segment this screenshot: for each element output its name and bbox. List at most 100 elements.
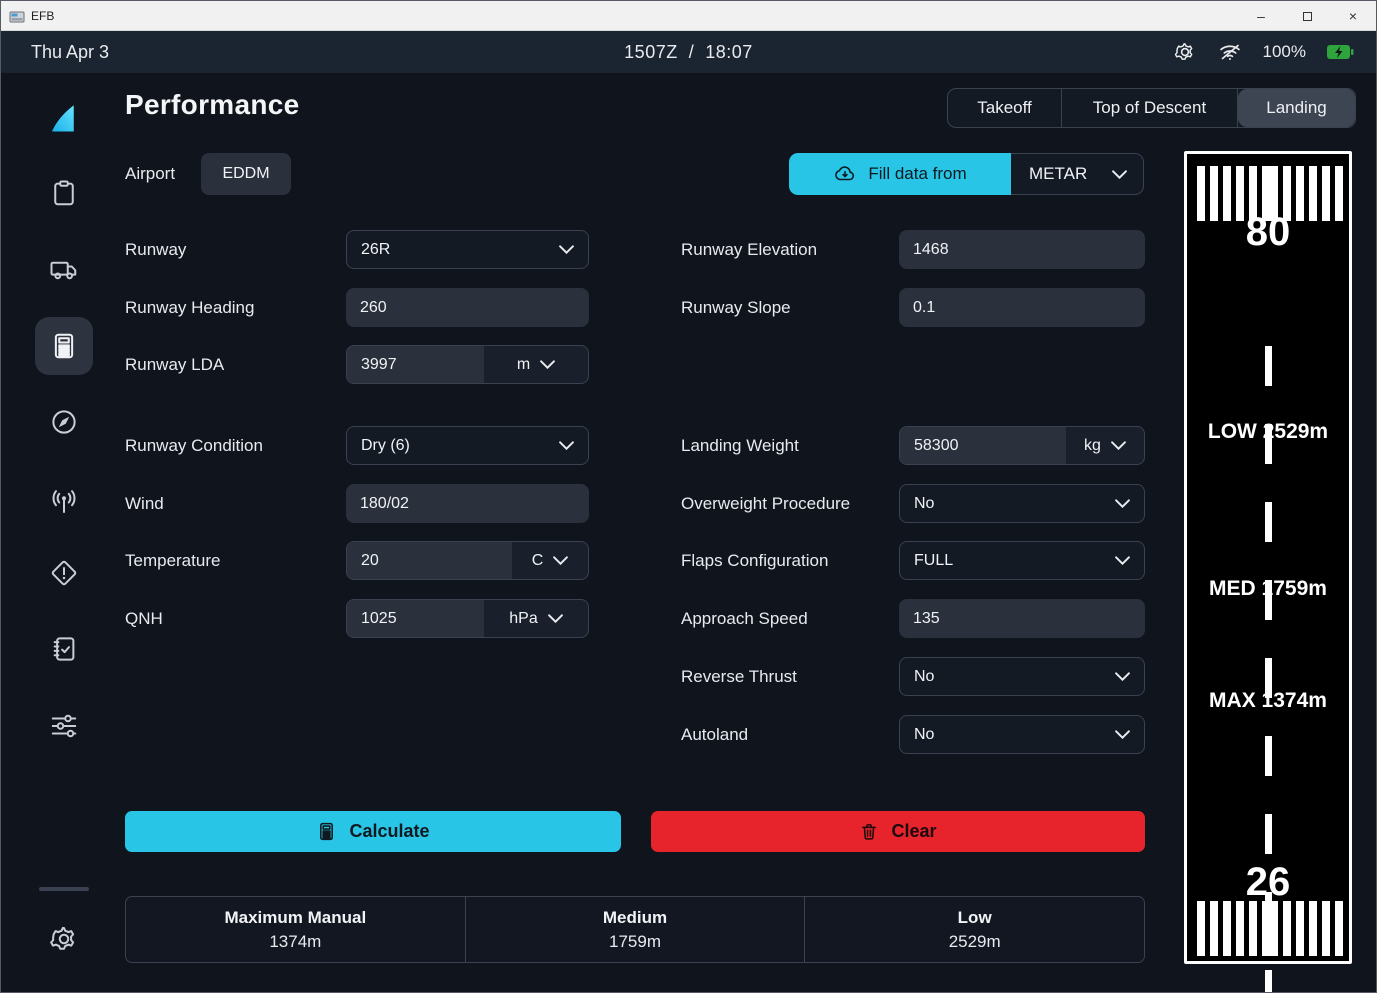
qnh-label: QNH [125, 599, 163, 638]
wifi-off-icon[interactable] [1217, 40, 1243, 64]
airport-button[interactable]: EDDM [201, 153, 291, 195]
landing-weight-field: kg [899, 426, 1145, 465]
chevron-down-icon [1115, 730, 1130, 739]
runway-lda-input[interactable] [347, 346, 484, 383]
runway-heading-field [346, 288, 589, 327]
runway-elevation-label: Runway Elevation [681, 230, 817, 269]
qnh-unit: hPa [509, 610, 537, 628]
runway-condition-select[interactable]: Dry (6) [346, 426, 589, 465]
app-logo [35, 89, 93, 147]
overweight-procedure-label: Overweight Procedure [681, 484, 850, 523]
runway-value: 26R [361, 241, 390, 259]
trash-icon [859, 821, 879, 842]
calculate-label: Calculate [349, 821, 429, 842]
runway-threshold-stripes-near [1187, 901, 1349, 956]
runway-label: Runway [125, 230, 186, 269]
fill-source-value: METAR [1029, 164, 1087, 184]
chevron-down-icon [548, 614, 563, 623]
reverse-thrust-label: Reverse Thrust [681, 657, 797, 696]
temperature-field: C [346, 541, 589, 580]
utc-time: 1507Z [624, 42, 678, 62]
app-icon [9, 8, 25, 24]
minimize-button[interactable]: – [1238, 1, 1284, 31]
runway-elevation-field [899, 230, 1145, 269]
qnh-input[interactable] [347, 600, 484, 637]
page-title: Performance [125, 89, 300, 121]
temperature-label: Temperature [125, 541, 220, 580]
autoland-label: Autoland [681, 715, 748, 754]
clear-button[interactable]: Clear [651, 811, 1145, 852]
battery-percent: 100% [1263, 42, 1306, 62]
chevron-down-icon [1115, 499, 1130, 508]
temperature-unit-select[interactable]: C [512, 542, 588, 579]
runway-select[interactable]: 26R [346, 230, 589, 269]
runway-lda-unit-select[interactable]: m [484, 346, 588, 383]
fill-source-select[interactable]: METAR [1011, 153, 1144, 195]
approach-speed-label: Approach Speed [681, 599, 808, 638]
result-value: 2529m [949, 932, 1001, 952]
runway-heading-input[interactable] [346, 288, 589, 327]
maximize-icon [1303, 12, 1312, 21]
runway-condition-value: Dry (6) [361, 437, 410, 455]
airport-label: Airport [125, 153, 175, 195]
runway-diagram: 80 LOW 2529m MED 1759m MAX 1374m 26 [1184, 151, 1352, 964]
landing-weight-input[interactable] [900, 427, 1066, 464]
runway-lda-unit: m [517, 356, 530, 374]
reverse-thrust-select[interactable]: No [899, 657, 1145, 696]
landing-weight-unit: kg [1084, 437, 1101, 455]
tab-takeoff[interactable]: Takeoff [948, 89, 1062, 127]
result-header: Medium [603, 908, 667, 928]
runway-lda-field: m [346, 345, 589, 384]
tab-top-of-descent[interactable]: Top of Descent [1062, 89, 1238, 127]
flaps-configuration-value: FULL [914, 552, 953, 570]
qnh-unit-select[interactable]: hPa [484, 600, 588, 637]
overweight-procedure-value: No [914, 495, 934, 513]
runway-number-near: 26 [1187, 862, 1349, 902]
titlebar: EFB – × [1, 1, 1376, 31]
local-time: 18:07 [705, 42, 753, 62]
fill-data-label: Fill data from [868, 164, 966, 184]
approach-speed-field [899, 599, 1145, 638]
approach-speed-input[interactable] [899, 599, 1145, 638]
temperature-input[interactable] [347, 542, 512, 579]
flaps-configuration-select[interactable]: FULL [899, 541, 1145, 580]
runway-marker-med: MED 1759m [1187, 576, 1349, 602]
statusbar: Thu Apr 3 1507Z / 18:07 100% [1, 31, 1376, 73]
cloud-download-icon [833, 163, 857, 185]
runway-marker-low: LOW 2529m [1187, 419, 1349, 445]
efb-window: EFB – × Thu Apr 3 1507Z / 18:07 100% [0, 0, 1377, 993]
result-medium: Medium 1759m [466, 897, 806, 962]
chevron-down-icon [559, 441, 574, 450]
result-header: Maximum Manual [224, 908, 366, 928]
runway-lda-label: Runway LDA [125, 345, 224, 384]
clear-label: Clear [891, 821, 936, 842]
wind-input[interactable] [346, 484, 589, 523]
sidebar-item-settings[interactable] [35, 910, 93, 968]
result-header: Low [958, 908, 992, 928]
maximize-button[interactable] [1284, 1, 1330, 31]
sidebar-item-clipboard[interactable] [35, 164, 93, 222]
landing-weight-unit-select[interactable]: kg [1066, 427, 1144, 464]
temperature-unit: C [532, 552, 544, 570]
winglet-logo-icon [46, 98, 82, 138]
chevron-down-icon [540, 360, 555, 369]
close-button[interactable]: × [1330, 1, 1376, 31]
runway-slope-label: Runway Slope [681, 288, 791, 327]
wind-label: Wind [125, 484, 164, 523]
gear-icon[interactable] [1173, 40, 1197, 64]
status-time: 1507Z / 18:07 [1, 42, 1376, 63]
autoland-select[interactable]: No [899, 715, 1145, 754]
flaps-configuration-label: Flaps Configuration [681, 541, 828, 580]
window-title: EFB [31, 9, 54, 23]
runway-slope-input[interactable] [899, 288, 1145, 327]
landing-weight-label: Landing Weight [681, 426, 799, 465]
chevron-down-icon [1111, 441, 1126, 450]
chevron-down-icon [1115, 672, 1130, 681]
result-maximum-manual: Maximum Manual 1374m [126, 897, 466, 962]
calculate-button[interactable]: Calculate [125, 811, 621, 852]
chevron-down-icon [1112, 170, 1127, 179]
fill-data-button[interactable]: Fill data from [789, 153, 1011, 195]
tab-landing[interactable]: Landing [1238, 89, 1355, 127]
runway-elevation-input[interactable] [899, 230, 1145, 269]
overweight-procedure-select[interactable]: No [899, 484, 1145, 523]
